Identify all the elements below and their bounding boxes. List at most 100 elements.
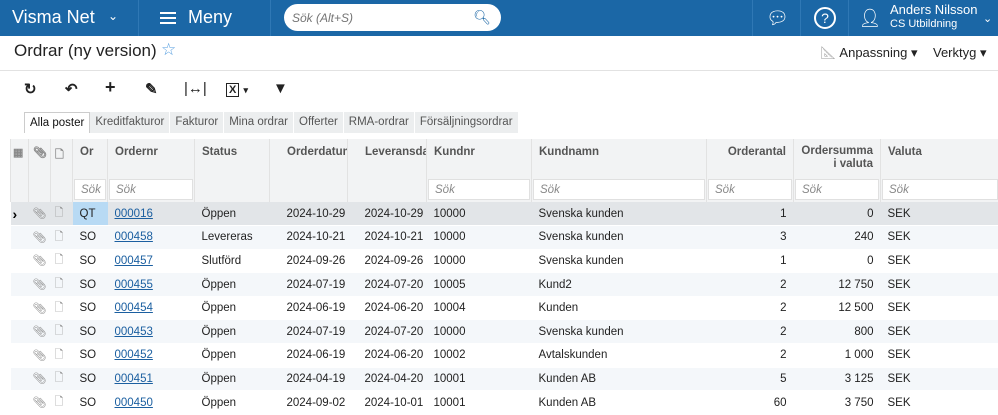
favorite-star-icon[interactable]: ☆	[161, 40, 176, 60]
note-icon[interactable]: 🗋	[50, 319, 73, 345]
refresh-icon[interactable]: ↻	[24, 80, 37, 98]
cell-ordernr[interactable]: 000457	[107, 249, 195, 274]
customize-menu[interactable]: 📐︎ Anpassning ▾	[820, 45, 918, 61]
filter-input[interactable]: Sök	[109, 179, 193, 200]
cell-ordernr[interactable]: 000458	[107, 225, 195, 250]
cell-ordernr[interactable]: 000450	[107, 390, 195, 415]
order-link[interactable]: 000457	[115, 255, 153, 267]
global-search[interactable]: 🔍︎	[284, 4, 501, 31]
table-row[interactable]: 📎︎ 🗋 SO 000453 Öppen 2024-07-19 2024-07-20 1000…	[10, 319, 998, 345]
col-type[interactable]: Or	[72, 139, 108, 177]
user-icon[interactable]: 👤︎	[855, 0, 885, 36]
cell-ordernr[interactable]: 000451	[107, 367, 195, 392]
cell-custname: Kunden	[531, 296, 707, 321]
note-icon[interactable]: 🗋	[50, 225, 73, 250]
user-menu[interactable]: Anders Nilsson CS Utbildning	[890, 2, 977, 32]
order-link[interactable]: 000455	[115, 279, 153, 291]
attachment-icon[interactable]: 📎︎	[28, 343, 51, 368]
note-icon[interactable]: 🗋	[50, 367, 73, 392]
filter-input[interactable]: Sök	[428, 179, 530, 200]
help-icon[interactable]: ?	[805, 0, 845, 36]
table-row[interactable]: 📎︎ 🗋 SO 000458 Levereras 2024-10-21 2024-10-21…	[10, 225, 998, 250]
attachment-icon[interactable]: 📎︎	[28, 319, 51, 345]
tab-1[interactable]: Kreditfakturor	[90, 112, 171, 133]
order-link[interactable]: 000451	[115, 373, 153, 385]
cell-ordernr[interactable]: 000454	[107, 296, 195, 321]
col-sum[interactable]: Ordersumma i valuta	[793, 139, 881, 177]
cell-delivery: 2024-07-20	[347, 319, 427, 345]
fit-columns-icon[interactable]: |↔|	[184, 80, 207, 97]
filter-input[interactable]: Sök	[795, 179, 879, 200]
note-icon[interactable]: 🗋	[50, 296, 73, 321]
col-orderdate[interactable]: Orderdatum	[269, 139, 348, 177]
cell-currency: SEK	[880, 367, 998, 392]
col-custnr[interactable]: Kundnr	[426, 139, 532, 177]
col-status[interactable]: Status	[194, 139, 270, 177]
order-link[interactable]: 000016	[115, 208, 153, 220]
attachment-icon[interactable]: 📎︎	[28, 390, 51, 415]
table-row[interactable]: 📎︎ 🗋 SO 000451 Öppen 2024-04-19 2024-04-20 1000…	[10, 367, 998, 392]
table-row[interactable]: 📎︎ 🗋 SO 000455 Öppen 2024-07-19 2024-07-20 1000…	[10, 272, 998, 297]
table-row[interactable]: › 📎︎ 🗋 QT 000016 Öppen 2024-10-29 2024-10-29 100…	[10, 202, 998, 227]
filter-input[interactable]: Sök	[533, 179, 705, 200]
brand-name[interactable]: Visma Net	[12, 7, 95, 28]
excel-export-icon[interactable]: X ▾	[226, 80, 248, 97]
search-input[interactable]	[284, 4, 464, 31]
table-row[interactable]: 📎︎ 🗋 SO 000454 Öppen 2024-06-19 2024-06-20 1000…	[10, 296, 998, 321]
note-icon[interactable]: 🗋	[50, 249, 73, 274]
cell-ordernr[interactable]: 000455	[107, 272, 195, 297]
note-icon[interactable]: 🗋	[50, 343, 73, 368]
note-icon[interactable]: 🗋	[50, 202, 73, 227]
order-link[interactable]: 000458	[115, 231, 153, 243]
order-link[interactable]: 000452	[115, 349, 153, 361]
attachment-icon[interactable]: 📎︎	[28, 225, 51, 250]
attachment-icon[interactable]: 📎︎	[28, 272, 51, 297]
table-row[interactable]: 📎︎ 🗋 SO 000450 Öppen 2024-09-02 2024-10-01 1000…	[10, 390, 998, 415]
col-qty[interactable]: Orderantal	[706, 139, 794, 177]
cell-ordernr[interactable]: 000453	[107, 319, 195, 345]
col-custname[interactable]: Kundnamn	[531, 139, 707, 177]
filter-input[interactable]: Sök	[74, 179, 106, 200]
order-link[interactable]: 000454	[115, 302, 153, 314]
tab-3[interactable]: Mina ordrar	[224, 112, 295, 133]
filter-input[interactable]: Sök	[882, 179, 998, 200]
chevron-down-icon[interactable]: ⌄	[108, 9, 118, 23]
filter-input[interactable]: Sök	[708, 179, 792, 200]
search-icon[interactable]: 🔍︎	[473, 9, 491, 26]
select-columns-icon[interactable]: ▦	[10, 139, 29, 177]
col-delivery[interactable]: Leveransda	[347, 139, 427, 177]
chat-icon[interactable]: 💬︎	[755, 0, 800, 36]
table-row[interactable]: 📎︎ 🗋 SO 000457 Slutförd 2024-09-26 2024-09-26 1…	[10, 249, 998, 274]
cell-custname: Avtalskunden	[531, 343, 707, 368]
chevron-down-icon[interactable]: ⌄	[983, 12, 992, 25]
tab-0[interactable]: Alla poster	[24, 112, 91, 133]
tab-2[interactable]: Fakturor	[170, 112, 225, 133]
tools-menu[interactable]: Verktyg ▾	[933, 45, 987, 61]
note-icon[interactable]: 🗋	[50, 272, 73, 297]
add-icon[interactable]: +	[105, 77, 116, 98]
table-row[interactable]: 📎︎ 🗋 SO 000452 Öppen 2024-06-19 2024-06-20 1000…	[10, 343, 998, 368]
cell-orderdate: 2024-04-19	[269, 367, 348, 392]
cell-currency: SEK	[880, 390, 998, 415]
order-link[interactable]: 000450	[115, 397, 153, 409]
order-link[interactable]: 000453	[115, 326, 153, 338]
col-ordernr[interactable]: Ordernr	[107, 139, 195, 177]
attachment-icon[interactable]: 📎︎	[28, 249, 51, 274]
tab-6[interactable]: Försäljningsordrar	[414, 112, 519, 133]
col-currency[interactable]: Valuta	[880, 139, 998, 177]
attachment-icon[interactable]: 📎︎	[28, 296, 51, 321]
attachment-icon[interactable]: 📎︎	[28, 202, 51, 227]
menu-button[interactable]: Meny	[160, 7, 232, 28]
undo-icon[interactable]: ↶	[65, 80, 78, 98]
tab-5[interactable]: RMA-ordrar	[343, 112, 415, 133]
attachment-icon[interactable]: 📎︎	[28, 367, 51, 392]
edit-icon[interactable]: ✎	[145, 80, 158, 98]
filter-icon[interactable]: ▼	[273, 80, 288, 97]
cell-custnr: 10000	[426, 249, 532, 274]
filter-cell: Sök	[72, 177, 108, 202]
tab-4[interactable]: Offerter	[294, 112, 344, 133]
cell-ordernr[interactable]: 000016	[107, 202, 195, 227]
note-icon[interactable]: 🗋	[50, 390, 73, 415]
cell-ordernr[interactable]: 000452	[107, 343, 195, 368]
cell-delivery: 2024-10-01	[347, 390, 427, 415]
